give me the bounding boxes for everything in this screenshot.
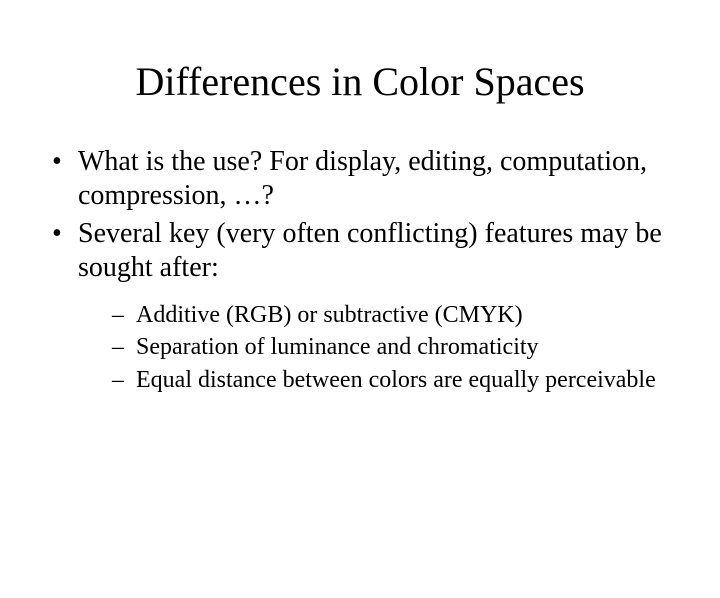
sub-bullet-text: Separation of luminance and chromaticity bbox=[136, 334, 539, 360]
sub-bullet-text: Equal distance between colors are equall… bbox=[136, 367, 656, 393]
list-item: Several key (very often conflicting) fea… bbox=[44, 217, 676, 395]
sub-bullet-text: Additive (RGB) or subtractive (CMYK) bbox=[136, 302, 523, 328]
list-item: Additive (RGB) or subtractive (CMYK) bbox=[78, 300, 676, 331]
slide-body: What is the use? For display, editing, c… bbox=[0, 145, 720, 396]
list-item: Separation of luminance and chromaticity bbox=[78, 332, 676, 363]
list-item: What is the use? For display, editing, c… bbox=[44, 145, 676, 213]
slide: Differences in Color Spaces What is the … bbox=[0, 58, 720, 598]
list-item: Equal distance between colors are equall… bbox=[78, 365, 676, 396]
sub-bullet-list: Additive (RGB) or subtractive (CMYK) Sep… bbox=[78, 300, 676, 396]
slide-title: Differences in Color Spaces bbox=[0, 58, 720, 105]
bullet-list: What is the use? For display, editing, c… bbox=[44, 145, 676, 396]
bullet-text: Several key (very often conflicting) fea… bbox=[78, 218, 662, 283]
bullet-text: What is the use? For display, editing, c… bbox=[78, 146, 647, 211]
